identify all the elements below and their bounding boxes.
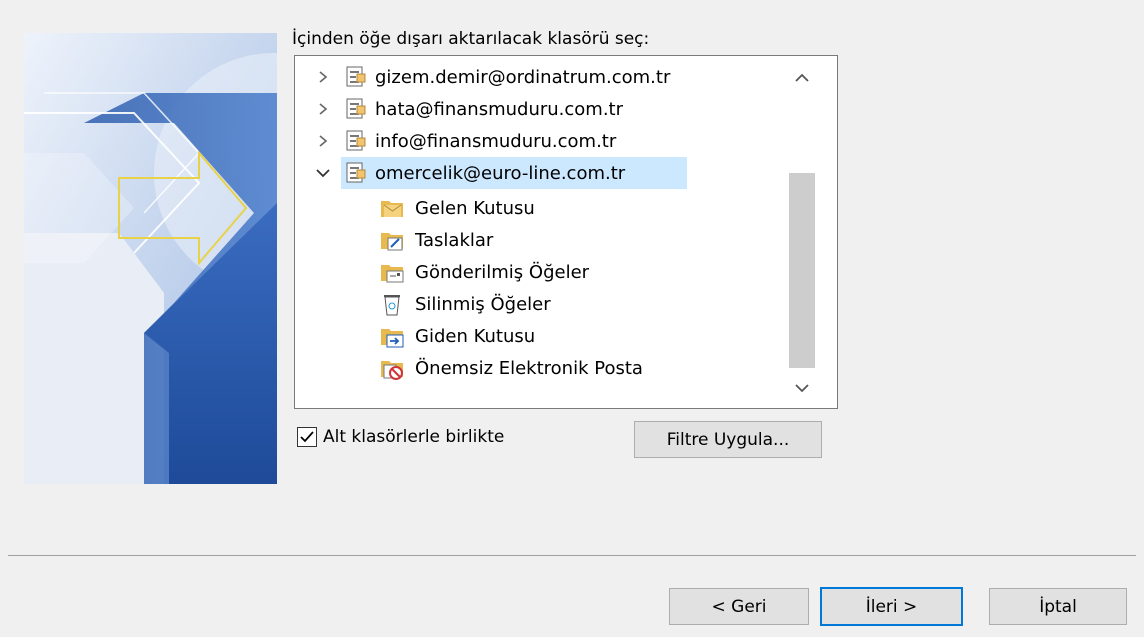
chevron-right-icon[interactable] [313, 131, 333, 151]
junk-email-icon [381, 361, 403, 380]
tree-account-label: omercelik@euro-line.com.tr [375, 162, 626, 184]
tree-folder-label: Taslaklar [415, 229, 494, 251]
mailbox-icon [346, 66, 366, 87]
wizard-banner-image [24, 33, 277, 484]
tree-folder-label: Gelen Kutusu [415, 197, 535, 219]
tree-folder-row[interactable]: Silinmiş Öğeler [379, 288, 551, 320]
chevron-right-icon[interactable] [313, 99, 333, 119]
footer-divider [8, 555, 1136, 556]
tree-folder-label: Silinmiş Öğeler [415, 293, 551, 315]
tree-account-label: gizem.demir@ordinatrum.com.tr [375, 66, 671, 88]
scroll-thumb[interactable] [789, 173, 815, 368]
mailbox-icon [346, 130, 366, 151]
apply-filter-button[interactable]: Filtre Uygula... [634, 421, 822, 458]
include-subfolders-label: Alt klasörlerle birlikte [323, 427, 505, 447]
mailbox-icon [346, 162, 366, 183]
tree-folder-row[interactable]: Giden Kutusu [379, 320, 535, 352]
tree-account-row[interactable]: hata@finansmuduru.com.tr [311, 93, 623, 125]
chevron-down-icon[interactable] [313, 163, 333, 183]
deleted-items-icon [384, 295, 400, 316]
tree-account-row[interactable]: info@finansmuduru.com.tr [311, 125, 616, 157]
tree-folder-label: Gönderilmiş Öğeler [415, 261, 590, 283]
tree-account-label: hata@finansmuduru.com.tr [375, 98, 624, 120]
drafts-icon [381, 233, 403, 251]
tree-account-label: info@finansmuduru.com.tr [375, 130, 617, 152]
scroll-up-icon[interactable] [793, 69, 811, 87]
tree-folder-row[interactable]: Gelen Kutusu [379, 192, 535, 224]
include-subfolders-checkbox[interactable] [297, 427, 317, 447]
cancel-button[interactable]: İptal [989, 588, 1127, 625]
chevron-right-icon[interactable] [313, 67, 333, 87]
folder-select-prompt: İçinden öğe dışarı aktarılacak klasörü s… [292, 29, 650, 49]
include-subfolders-option[interactable]: Alt klasörlerle birlikte [297, 427, 504, 447]
checkmark-icon [300, 431, 314, 443]
tree-account-row-selected[interactable]: omercelik@euro-line.com.tr [311, 157, 687, 189]
inbox-icon [381, 201, 403, 217]
outbox-icon [381, 329, 404, 348]
sent-items-icon [381, 265, 404, 283]
tree-folder-label: Önemsiz Elektronik Posta [415, 357, 643, 379]
folder-tree[interactable]: gizem.demir@ordinatrum.com.tr hata@finan… [294, 55, 838, 409]
tree-folder-row[interactable]: Önemsiz Elektronik Posta [379, 352, 643, 384]
tree-folder-row[interactable]: Gönderilmiş Öğeler [379, 256, 589, 288]
tree-folder-row[interactable]: Taslaklar [379, 224, 493, 256]
scroll-down-icon[interactable] [793, 379, 811, 397]
next-button[interactable]: İleri > [820, 587, 963, 626]
tree-folder-label: Giden Kutusu [415, 325, 536, 347]
mailbox-icon [346, 98, 366, 119]
tree-account-row[interactable]: gizem.demir@ordinatrum.com.tr [311, 61, 670, 93]
back-button[interactable]: < Geri [669, 588, 809, 625]
